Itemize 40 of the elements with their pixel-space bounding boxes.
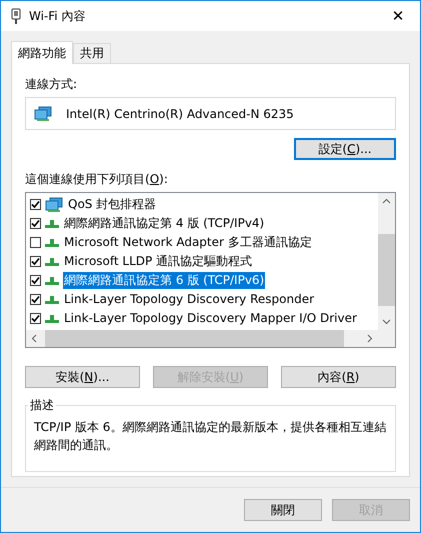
horizontal-scrollbar[interactable] — [26, 330, 378, 347]
list-item[interactable]: Link-Layer Topology Discovery Responder — [63, 291, 316, 308]
checkbox[interactable] — [30, 275, 41, 286]
configure-button[interactable]: 設定(C)... — [294, 138, 396, 160]
item-action-button[interactable]: 內容(R) — [281, 366, 396, 388]
window-title: Wi-Fi 內容 — [29, 8, 86, 24]
items-label: 這個連線使用下列項目(O): — [25, 171, 169, 187]
checkbox[interactable] — [30, 237, 41, 248]
network-icon — [45, 196, 63, 212]
protocol-icon — [45, 238, 59, 248]
scroll-thumb[interactable] — [378, 234, 395, 306]
list-item[interactable]: Link-Layer Topology Discovery Mapper I/O Driver — [63, 310, 358, 327]
checkbox[interactable] — [30, 256, 41, 267]
close-button[interactable]: ✕ — [376, 1, 420, 31]
adapter-icon — [11, 8, 21, 24]
list-item[interactable]: Microsoft Network Adapter 多工器通訊協定 — [63, 234, 313, 251]
checkbox[interactable] — [30, 313, 41, 324]
description-text: TCP/IP 版本 6。網際網路通訊協定的最新版本，提供各種相互連結網路間的通訊。 — [34, 419, 387, 454]
list-item[interactable]: QoS 封包排程器 — [67, 196, 158, 213]
connect-using-label: 連線方式: — [25, 76, 78, 92]
protocol-icon — [45, 314, 59, 324]
list-item[interactable]: 網際網路通訊協定第 4 版 (TCP/IPv4) — [63, 215, 266, 232]
item-action-button[interactable]: 安裝(N)... — [25, 366, 140, 388]
protocol-icon — [45, 276, 59, 286]
scroll-thumb[interactable] — [45, 330, 344, 347]
checkbox[interactable] — [30, 199, 41, 210]
adapter-name: Intel(R) Centrino(R) Advanced-N 6235 — [66, 106, 294, 120]
network-icon — [34, 106, 52, 122]
checkbox[interactable] — [30, 218, 41, 229]
list-item[interactable]: Microsoft LLDP 通訊協定驅動程式 — [63, 253, 254, 270]
vertical-scrollbar[interactable] — [378, 193, 395, 330]
checkbox[interactable] — [30, 294, 41, 305]
dialog-button[interactable]: 關閉 — [244, 499, 322, 521]
description-title: 描述 — [29, 397, 55, 414]
protocol-icon — [45, 256, 59, 266]
protocol-icon — [45, 218, 59, 228]
list-item[interactable]: 網際網路通訊協定第 6 版 (TCP/IPv6) — [63, 272, 266, 289]
tab[interactable]: 網路功能 — [11, 41, 73, 64]
tab[interactable]: 共用 — [73, 43, 111, 63]
protocol-icon — [45, 294, 59, 304]
